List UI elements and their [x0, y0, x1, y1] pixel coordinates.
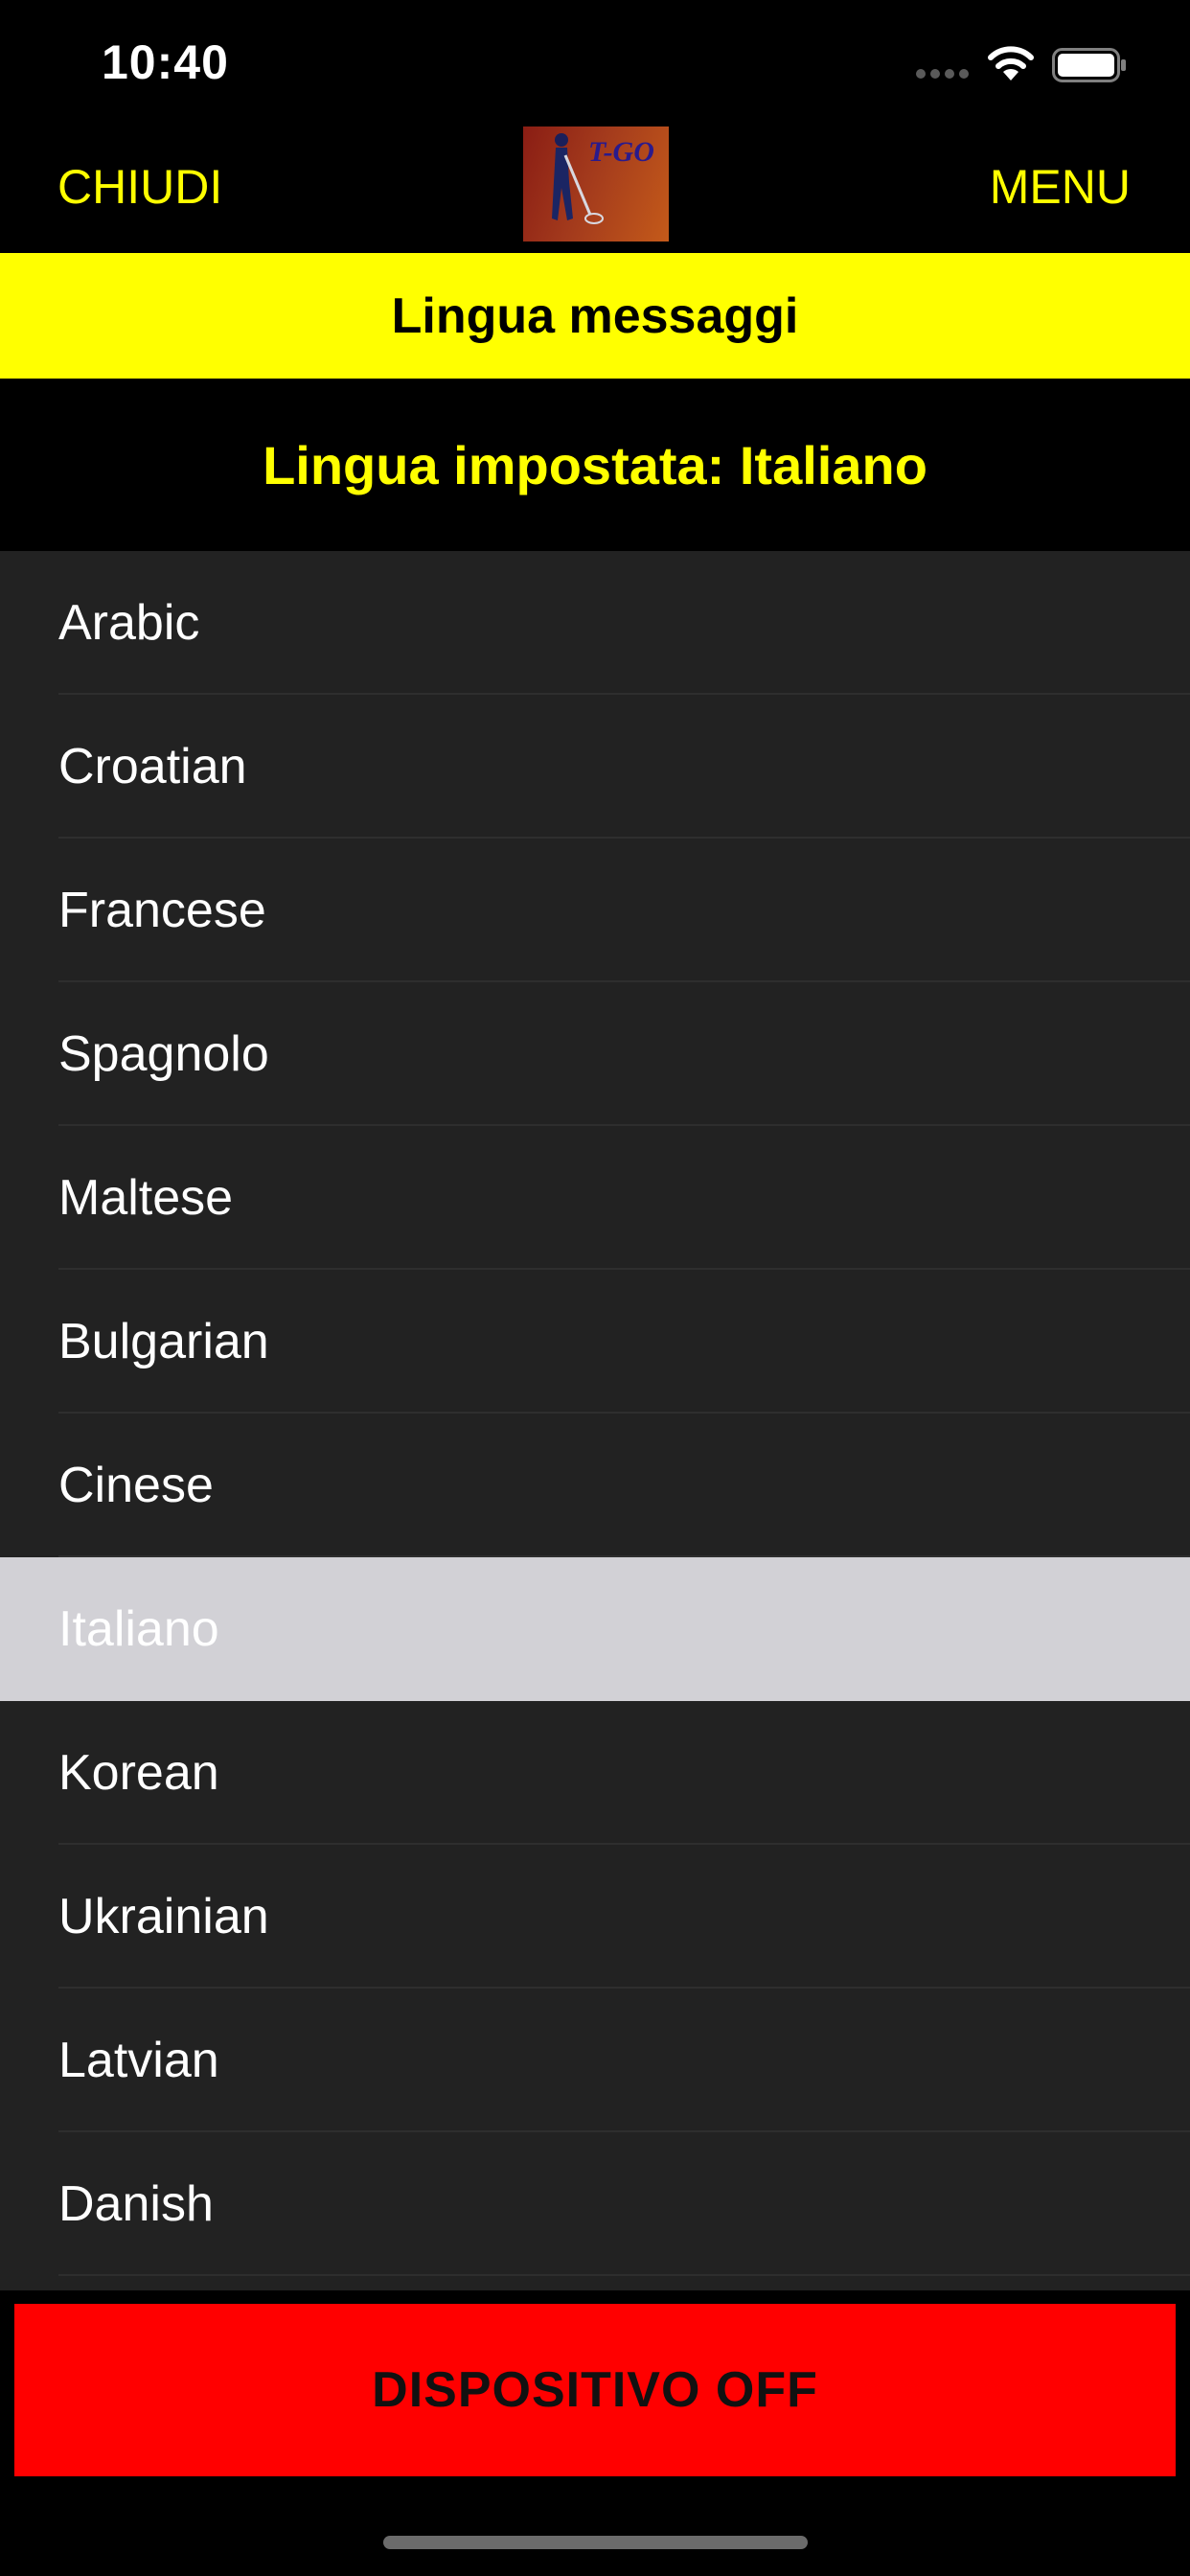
signal-dots-icon: [916, 69, 970, 80]
menu-button[interactable]: MENU: [990, 159, 1131, 215]
list-item-label: Italiano: [58, 1601, 219, 1657]
battery-icon: [1052, 48, 1126, 82]
home-indicator: [383, 2536, 808, 2549]
close-button[interactable]: CHIUDI: [57, 159, 222, 215]
status-time: 10:40: [102, 35, 229, 89]
list-item-label: Arabic: [58, 595, 200, 651]
current-language-label: Lingua impostata: Italiano: [263, 434, 927, 495]
list-item-label: Maltese: [58, 1170, 234, 1226]
list-item[interactable]: Latvian: [0, 1989, 1190, 2132]
language-list[interactable]: Arabic Croatian Francese Spagnolo Maltes…: [0, 551, 1190, 2290]
list-item[interactable]: Ukrainian: [0, 1845, 1190, 1989]
list-item-label: Danish: [58, 2176, 214, 2232]
list-item[interactable]: Spagnolo: [0, 982, 1190, 1126]
list-item-label: Korean: [58, 1745, 219, 1801]
current-language-band: Lingua impostata: Italiano: [0, 379, 1190, 551]
list-item[interactable]: Francese: [0, 839, 1190, 982]
list-item[interactable]: Danish: [0, 2132, 1190, 2276]
status-bar: 10:40: [0, 0, 1190, 126]
list-item-label: Francese: [58, 883, 266, 938]
page-title: Lingua messaggi: [391, 288, 799, 344]
list-item-label: Ukrainian: [58, 1889, 269, 1944]
row-separator: [58, 2274, 1190, 2276]
list-item[interactable]: Croatian: [0, 695, 1190, 839]
list-item-label: Cinese: [58, 1458, 214, 1513]
list-item-label: Spagnolo: [58, 1026, 269, 1082]
list-item[interactable]: Maltese: [0, 1126, 1190, 1270]
list-item[interactable]: Cinese: [0, 1414, 1190, 1557]
logo-text: T-GO: [588, 136, 654, 168]
screen: 10:40 CHIUDI T-GO MENU Lingua messaggi L…: [0, 0, 1190, 2576]
nav-bar: CHIUDI T-GO MENU: [0, 126, 1190, 253]
device-off-button-label: DISPOSITIVO OFF: [372, 2362, 818, 2418]
list-item[interactable]: Korean: [0, 1701, 1190, 1845]
page-title-band: Lingua messaggi: [0, 253, 1190, 379]
wifi-icon: [988, 46, 1034, 80]
app-logo: T-GO: [523, 126, 669, 242]
list-item-label: Croatian: [58, 739, 247, 794]
list-item-selected[interactable]: Italiano: [0, 1557, 1190, 1701]
list-item-label: Bulgarian: [58, 1314, 269, 1369]
list-item[interactable]: Bulgarian: [0, 1270, 1190, 1414]
device-off-button[interactable]: DISPOSITIVO OFF: [14, 2304, 1176, 2476]
list-item[interactable]: Arabic: [0, 551, 1190, 695]
list-item-label: Latvian: [58, 2033, 219, 2088]
